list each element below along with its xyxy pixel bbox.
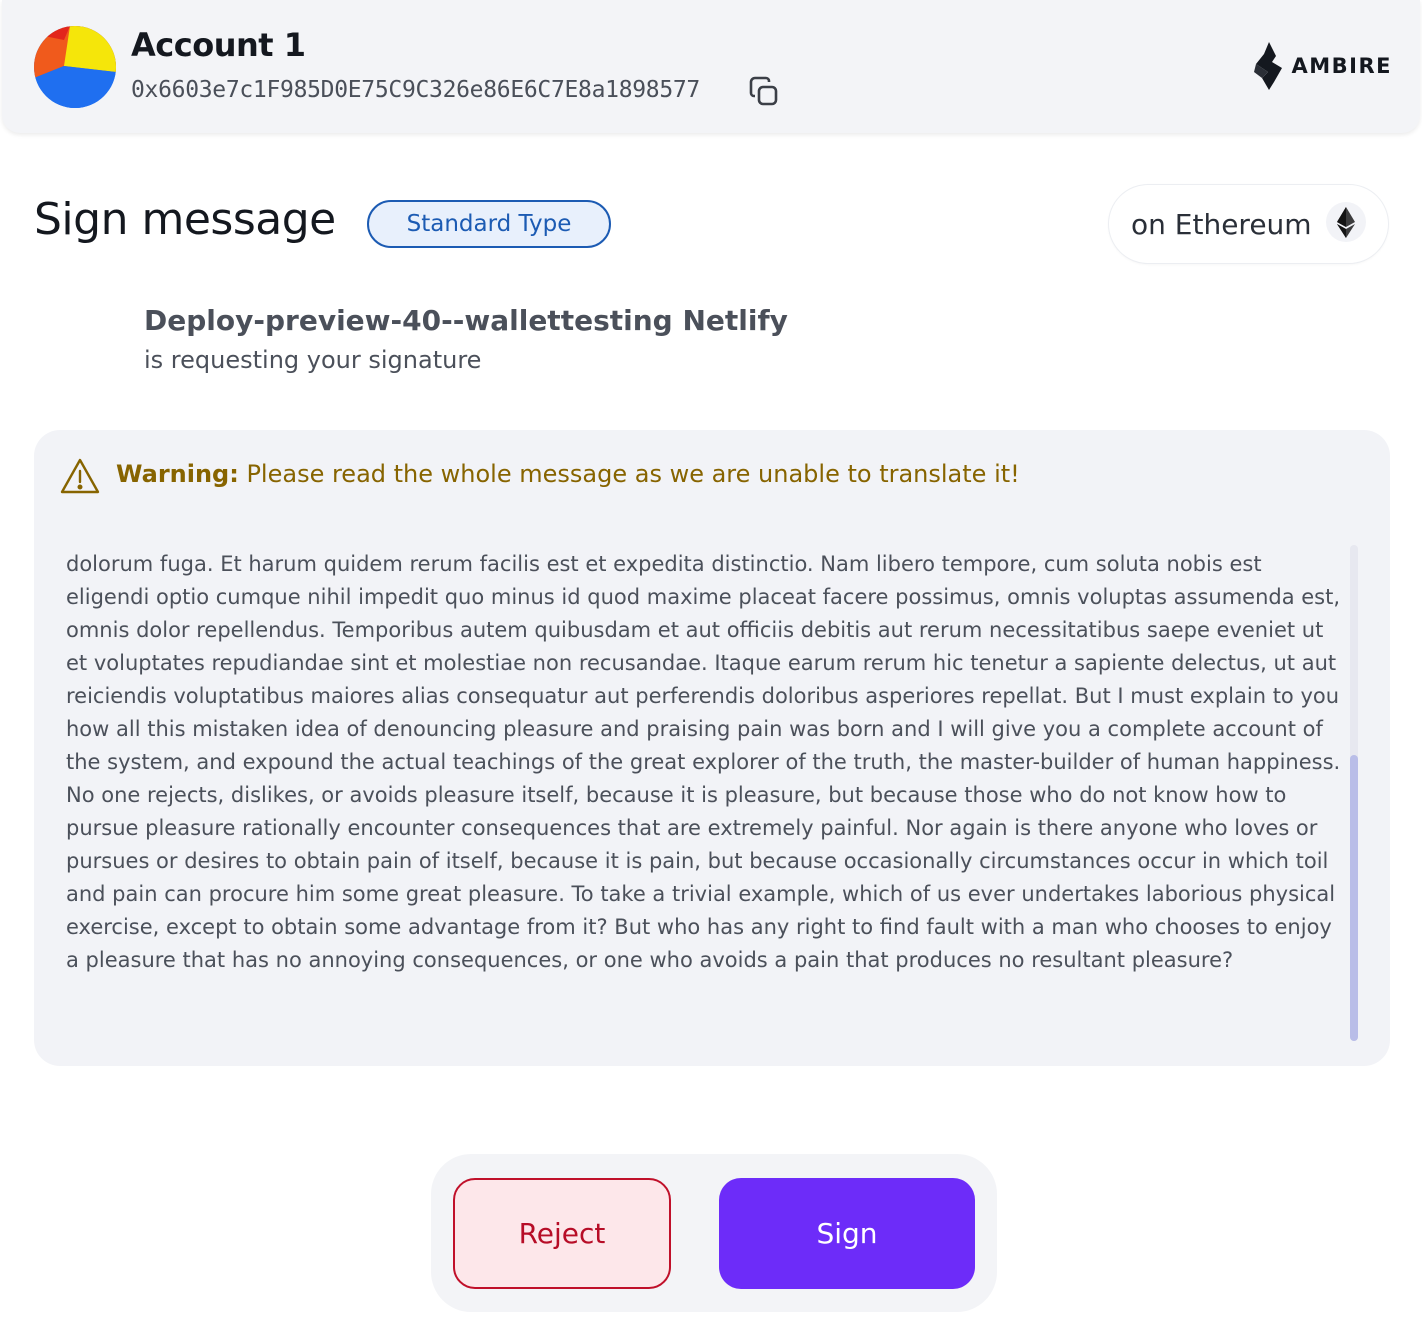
message-text: dolorum fuga. Et harum quidem rerum faci… — [66, 552, 1341, 972]
warning-label: Warning: — [116, 460, 239, 488]
scrollbar-thumb[interactable] — [1350, 755, 1358, 1041]
warning-message: Warning: Please read the whole message a… — [116, 460, 1020, 488]
network-label: on Ethereum — [1131, 207, 1312, 241]
dapp-request-text: is requesting your signature — [144, 346, 482, 374]
message-type-badge: Standard Type — [367, 200, 611, 248]
sign-button[interactable]: Sign — [719, 1178, 975, 1289]
ethereum-icon — [1325, 202, 1366, 246]
warning-icon — [59, 457, 101, 497]
action-bar: Reject Sign — [431, 1154, 997, 1312]
brand-name: AMBIRE — [1291, 54, 1392, 78]
account-header: Account 1 0x6603e7c1F985D0E75C9C326e86E6… — [2, 0, 1420, 133]
reject-button[interactable]: Reject — [453, 1178, 671, 1289]
message-panel: Warning: Please read the whole message a… — [34, 430, 1390, 1066]
ambire-logo: AMBIRE — [1252, 40, 1393, 92]
page-title: Sign message — [34, 194, 336, 245]
account-address: 0x6603e7c1F985D0E75C9C326e86E6C7E8a18985… — [131, 77, 700, 103]
account-avatar — [34, 26, 116, 108]
avatar-image — [34, 26, 116, 108]
warning-text: Please read the whole message as we are … — [238, 460, 1020, 488]
copy-icon[interactable] — [748, 76, 780, 108]
account-name: Account 1 — [131, 26, 306, 64]
ambire-logo-icon — [1253, 42, 1282, 90]
network-indicator: on Ethereum — [1108, 184, 1389, 264]
dapp-name: Deploy-preview-40--wallettesting Netlify — [144, 304, 788, 337]
